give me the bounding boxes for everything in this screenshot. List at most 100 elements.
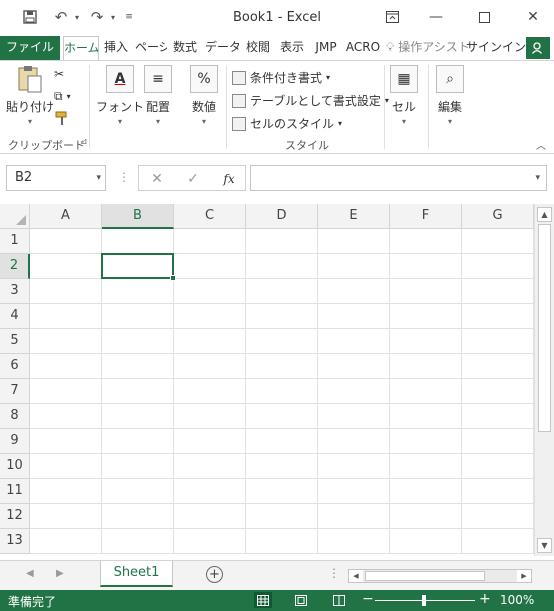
cell-b13[interactable] xyxy=(102,529,174,554)
tab-home[interactable]: ホーム xyxy=(63,36,99,60)
tab-review[interactable]: 校閲 xyxy=(243,36,273,60)
cell-a3[interactable] xyxy=(30,279,102,304)
row-header-2[interactable]: 2 xyxy=(0,254,30,279)
vertical-scrollbar[interactable]: ▲ ▼ xyxy=(534,204,554,556)
zoom-out-icon[interactable]: − xyxy=(362,591,374,607)
horizontal-scroll-thumb[interactable] xyxy=(365,571,485,581)
cell-c7[interactable] xyxy=(174,379,246,404)
cell-f12[interactable] xyxy=(390,504,462,529)
cell-e11[interactable] xyxy=(318,479,390,504)
fill-handle[interactable] xyxy=(170,275,176,281)
cell-e2[interactable] xyxy=(318,254,390,279)
cell-c4[interactable] xyxy=(174,304,246,329)
maximize-icon[interactable] xyxy=(469,6,499,28)
cell-f2[interactable] xyxy=(390,254,462,279)
tab-page-layout[interactable]: ページ xyxy=(135,36,167,60)
minimize-icon[interactable]: — xyxy=(421,6,451,28)
row-header-13[interactable]: 13 xyxy=(0,529,30,554)
cell-b11[interactable] xyxy=(102,479,174,504)
cell-f9[interactable] xyxy=(390,429,462,454)
tab-jmp[interactable]: JMP xyxy=(311,36,341,60)
format-painter-icon[interactable] xyxy=(54,111,70,127)
row-header-7[interactable]: 7 xyxy=(0,379,30,404)
zoom-level[interactable]: 100% xyxy=(500,593,534,607)
cell-g6[interactable] xyxy=(462,354,534,379)
cell-e5[interactable] xyxy=(318,329,390,354)
vertical-scroll-thumb[interactable] xyxy=(538,224,551,432)
cell-e1[interactable] xyxy=(318,229,390,254)
cell-f13[interactable] xyxy=(390,529,462,554)
cell-a13[interactable] xyxy=(30,529,102,554)
scroll-up-icon[interactable]: ▲ xyxy=(537,207,552,222)
zoom-in-icon[interactable]: + xyxy=(479,591,491,607)
tab-formulas[interactable]: 数式 xyxy=(170,36,200,60)
tab-insert[interactable]: 挿入 xyxy=(101,36,131,60)
add-sheet-icon[interactable]: + xyxy=(206,566,223,583)
cell-b7[interactable] xyxy=(102,379,174,404)
cell-c2[interactable] xyxy=(174,254,246,279)
chevron-down-icon[interactable]: ▾ xyxy=(535,173,540,183)
cell-c12[interactable] xyxy=(174,504,246,529)
editing-button[interactable]: ⌕ 編集 ▾ xyxy=(436,65,464,126)
cell-d3[interactable] xyxy=(246,279,318,304)
tell-me-search[interactable]: 💡︎ 操作アシスト xyxy=(386,36,470,60)
scroll-left-icon[interactable]: ◀ xyxy=(349,570,363,582)
cell-g8[interactable] xyxy=(462,404,534,429)
cell-b3[interactable] xyxy=(102,279,174,304)
cell-g3[interactable] xyxy=(462,279,534,304)
normal-view-icon[interactable] xyxy=(254,592,272,608)
enter-icon[interactable]: ✓ xyxy=(183,170,203,188)
column-header-g[interactable]: G xyxy=(462,204,534,229)
scroll-down-icon[interactable]: ▼ xyxy=(537,538,552,553)
number-format-button[interactable]: % 数値 ▾ xyxy=(190,65,218,126)
cell-styles-button[interactable]: セルのスタイル ▾ xyxy=(232,115,342,132)
cell-b5[interactable] xyxy=(102,329,174,354)
column-header-b[interactable]: B xyxy=(102,204,174,229)
cell-e6[interactable] xyxy=(318,354,390,379)
sheet-next-icon[interactable]: ▶ xyxy=(56,568,64,579)
cell-a12[interactable] xyxy=(30,504,102,529)
cell-f11[interactable] xyxy=(390,479,462,504)
column-header-e[interactable]: E xyxy=(318,204,390,229)
cell-c8[interactable] xyxy=(174,404,246,429)
cell-a4[interactable] xyxy=(30,304,102,329)
tab-acrobat[interactable]: ACRO xyxy=(345,36,381,60)
cell-e7[interactable] xyxy=(318,379,390,404)
more-options-icon[interactable]: ⋮ xyxy=(118,170,130,184)
cell-f7[interactable] xyxy=(390,379,462,404)
close-icon[interactable]: ✕ xyxy=(518,6,548,28)
row-header-12[interactable]: 12 xyxy=(0,504,30,529)
row-header-6[interactable]: 6 xyxy=(0,354,30,379)
cell-g11[interactable] xyxy=(462,479,534,504)
cancel-icon[interactable]: ✕ xyxy=(147,170,167,188)
cell-c10[interactable] xyxy=(174,454,246,479)
cell-e8[interactable] xyxy=(318,404,390,429)
worksheet-grid[interactable]: A B C D E F G 1 2 3 4 5 6 7 8 9 10 11 12 13 xyxy=(0,204,534,556)
cell-f10[interactable] xyxy=(390,454,462,479)
cell-a8[interactable] xyxy=(30,404,102,429)
row-header-3[interactable]: 3 xyxy=(0,279,30,304)
cell-e12[interactable] xyxy=(318,504,390,529)
cell-c1[interactable] xyxy=(174,229,246,254)
row-header-8[interactable]: 8 xyxy=(0,404,30,429)
format-as-table-button[interactable]: テーブルとして書式設定 ▾ xyxy=(232,92,389,109)
alignment-button[interactable]: ≡ 配置 ▾ xyxy=(144,65,172,126)
cells-button[interactable]: ▦ セル ▾ xyxy=(390,65,418,126)
cell-a1[interactable] xyxy=(30,229,102,254)
cell-d11[interactable] xyxy=(246,479,318,504)
cell-b10[interactable] xyxy=(102,454,174,479)
tab-view[interactable]: 表示 xyxy=(277,36,307,60)
row-header-4[interactable]: 4 xyxy=(0,304,30,329)
cell-g13[interactable] xyxy=(462,529,534,554)
cell-f8[interactable] xyxy=(390,404,462,429)
cell-b9[interactable] xyxy=(102,429,174,454)
cell-c6[interactable] xyxy=(174,354,246,379)
column-header-d[interactable]: D xyxy=(246,204,318,229)
cell-g9[interactable] xyxy=(462,429,534,454)
font-button[interactable]: A フォント ▾ xyxy=(96,65,144,126)
sheet-prev-icon[interactable]: ◀ xyxy=(26,568,34,579)
cell-c11[interactable] xyxy=(174,479,246,504)
horizontal-scrollbar[interactable]: ◀ ▶ xyxy=(348,569,532,583)
row-header-10[interactable]: 10 xyxy=(0,454,30,479)
cell-d5[interactable] xyxy=(246,329,318,354)
